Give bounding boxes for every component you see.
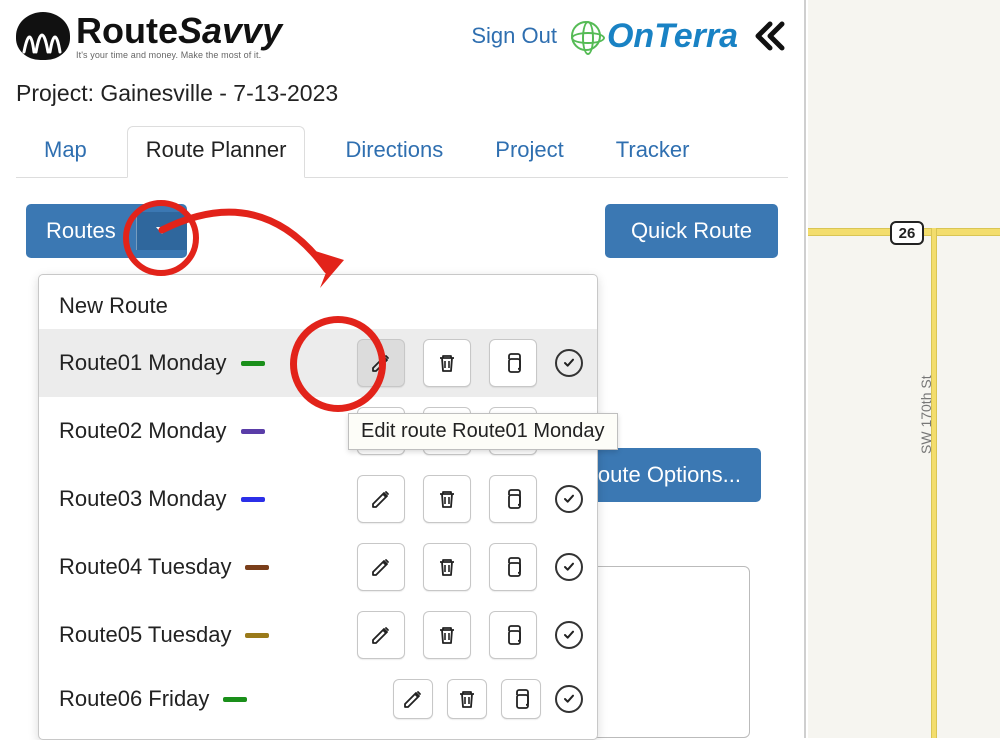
new-route-item[interactable]: New Route bbox=[39, 281, 597, 329]
check-icon bbox=[561, 627, 577, 643]
edit-route-tooltip: Edit route Route01 Monday bbox=[348, 413, 618, 450]
routes-dropdown-menu: New Route Route01 Monday Route02 Monday Ro… bbox=[38, 274, 598, 740]
map-road-vertical bbox=[931, 228, 937, 738]
header-right: Sign Out OnTerra bbox=[471, 17, 788, 56]
copy-route-icon bbox=[501, 351, 525, 375]
highway-number: 26 bbox=[899, 225, 916, 242]
delete-route-icon bbox=[435, 487, 459, 511]
check-icon bbox=[561, 355, 577, 371]
route-item-color bbox=[241, 361, 265, 366]
route-item-actions bbox=[357, 475, 583, 523]
partner-logo[interactable]: OnTerra bbox=[571, 17, 738, 56]
route-item-actions bbox=[357, 611, 583, 659]
brand-logo: RouteSavvy It's your time and money. Mak… bbox=[16, 12, 282, 60]
header: RouteSavvy It's your time and money. Mak… bbox=[16, 12, 788, 60]
routes-dropdown-button[interactable]: Routes bbox=[26, 204, 187, 258]
toolbar: Routes Quick Route bbox=[16, 204, 788, 258]
copy-route-button[interactable] bbox=[489, 611, 537, 659]
highway-shield: 26 bbox=[890, 221, 924, 245]
edit-route-button[interactable] bbox=[357, 339, 405, 387]
delete-route-icon bbox=[435, 623, 459, 647]
route-item-label: Route03 Monday bbox=[59, 486, 227, 512]
route-item[interactable]: Route01 Monday bbox=[39, 329, 597, 397]
copy-route-button[interactable] bbox=[501, 679, 541, 719]
copy-route-button[interactable] bbox=[489, 543, 537, 591]
copy-route-icon bbox=[509, 687, 533, 711]
copy-route-icon bbox=[501, 555, 525, 579]
tab-bar: Map Route Planner Directions Project Tra… bbox=[16, 125, 788, 178]
route-item-color bbox=[241, 429, 265, 434]
delete-route-button[interactable] bbox=[423, 543, 471, 591]
street-label: SW 170th St bbox=[918, 375, 934, 454]
copy-route-icon bbox=[501, 487, 525, 511]
route-item[interactable]: Route06 Friday bbox=[39, 669, 597, 729]
route-item-label: Route05 Tuesday bbox=[59, 622, 231, 648]
brand-tagline: It's your time and money. Make the most … bbox=[76, 51, 282, 60]
edit-route-icon bbox=[369, 623, 393, 647]
collapse-panel-button[interactable] bbox=[752, 18, 788, 54]
delete-route-icon bbox=[435, 351, 459, 375]
delete-route-icon bbox=[435, 555, 459, 579]
select-route-toggle[interactable] bbox=[555, 621, 583, 649]
tab-map[interactable]: Map bbox=[32, 127, 99, 177]
copy-route-button[interactable] bbox=[489, 339, 537, 387]
route-item[interactable]: Route03 Monday bbox=[39, 465, 597, 533]
double-chevron-left-icon bbox=[752, 18, 788, 54]
route-item-label: Route04 Tuesday bbox=[59, 554, 231, 580]
delete-route-icon bbox=[455, 687, 479, 711]
route-item-label: Route02 Monday bbox=[59, 418, 227, 444]
tab-project[interactable]: Project bbox=[483, 127, 575, 177]
edit-route-icon bbox=[369, 351, 393, 375]
routes-dropdown-caret[interactable] bbox=[136, 212, 187, 250]
select-route-toggle[interactable] bbox=[555, 349, 583, 377]
route-item-color bbox=[223, 697, 247, 702]
copy-route-icon bbox=[501, 623, 525, 647]
edit-route-icon bbox=[369, 487, 393, 511]
sign-out-link[interactable]: Sign Out bbox=[471, 23, 557, 49]
brand-route: Route bbox=[76, 10, 178, 51]
check-icon bbox=[561, 691, 577, 707]
route-item[interactable]: Route04 Tuesday bbox=[39, 533, 597, 601]
edit-route-icon bbox=[401, 687, 425, 711]
delete-route-button[interactable] bbox=[447, 679, 487, 719]
map-canvas[interactable]: 26 SW 170th St bbox=[808, 0, 1000, 738]
select-route-toggle[interactable] bbox=[555, 553, 583, 581]
route-item-label: Route06 Friday bbox=[59, 686, 209, 712]
edit-route-icon bbox=[369, 555, 393, 579]
tab-directions[interactable]: Directions bbox=[333, 127, 455, 177]
globe-icon bbox=[571, 21, 601, 51]
brand-savvy: Savvy bbox=[178, 10, 282, 51]
caret-down-icon bbox=[155, 226, 169, 236]
delete-route-button[interactable] bbox=[423, 611, 471, 659]
route-item-actions bbox=[357, 543, 583, 591]
route-item-color bbox=[241, 497, 265, 502]
route-options-label: Route Options... bbox=[582, 462, 741, 487]
brand-logo-badge bbox=[16, 12, 70, 60]
edit-route-button[interactable] bbox=[357, 611, 405, 659]
route-item-actions bbox=[357, 339, 583, 387]
edit-route-button[interactable] bbox=[357, 475, 405, 523]
delete-route-button[interactable] bbox=[423, 475, 471, 523]
project-title: Project: Gainesville - 7-13-2023 bbox=[16, 80, 788, 107]
routes-button-label: Routes bbox=[26, 204, 136, 258]
copy-route-button[interactable] bbox=[489, 475, 537, 523]
partner-name: OnTerra bbox=[607, 17, 738, 56]
tab-route-planner[interactable]: Route Planner bbox=[127, 126, 306, 178]
edit-route-button[interactable] bbox=[357, 543, 405, 591]
route-item-color bbox=[245, 565, 269, 570]
route-item-color bbox=[245, 633, 269, 638]
tab-tracker[interactable]: Tracker bbox=[604, 127, 702, 177]
select-route-toggle[interactable] bbox=[555, 485, 583, 513]
quick-route-button[interactable]: Quick Route bbox=[605, 204, 778, 258]
edit-route-button[interactable] bbox=[393, 679, 433, 719]
delete-route-button[interactable] bbox=[423, 339, 471, 387]
route-item-actions bbox=[393, 679, 583, 719]
select-route-toggle[interactable] bbox=[555, 685, 583, 713]
check-icon bbox=[561, 491, 577, 507]
brand-logo-text: RouteSavvy It's your time and money. Mak… bbox=[76, 13, 282, 60]
check-icon bbox=[561, 559, 577, 575]
route-item-label: Route01 Monday bbox=[59, 350, 227, 376]
route-item[interactable]: Route05 Tuesday bbox=[39, 601, 597, 669]
